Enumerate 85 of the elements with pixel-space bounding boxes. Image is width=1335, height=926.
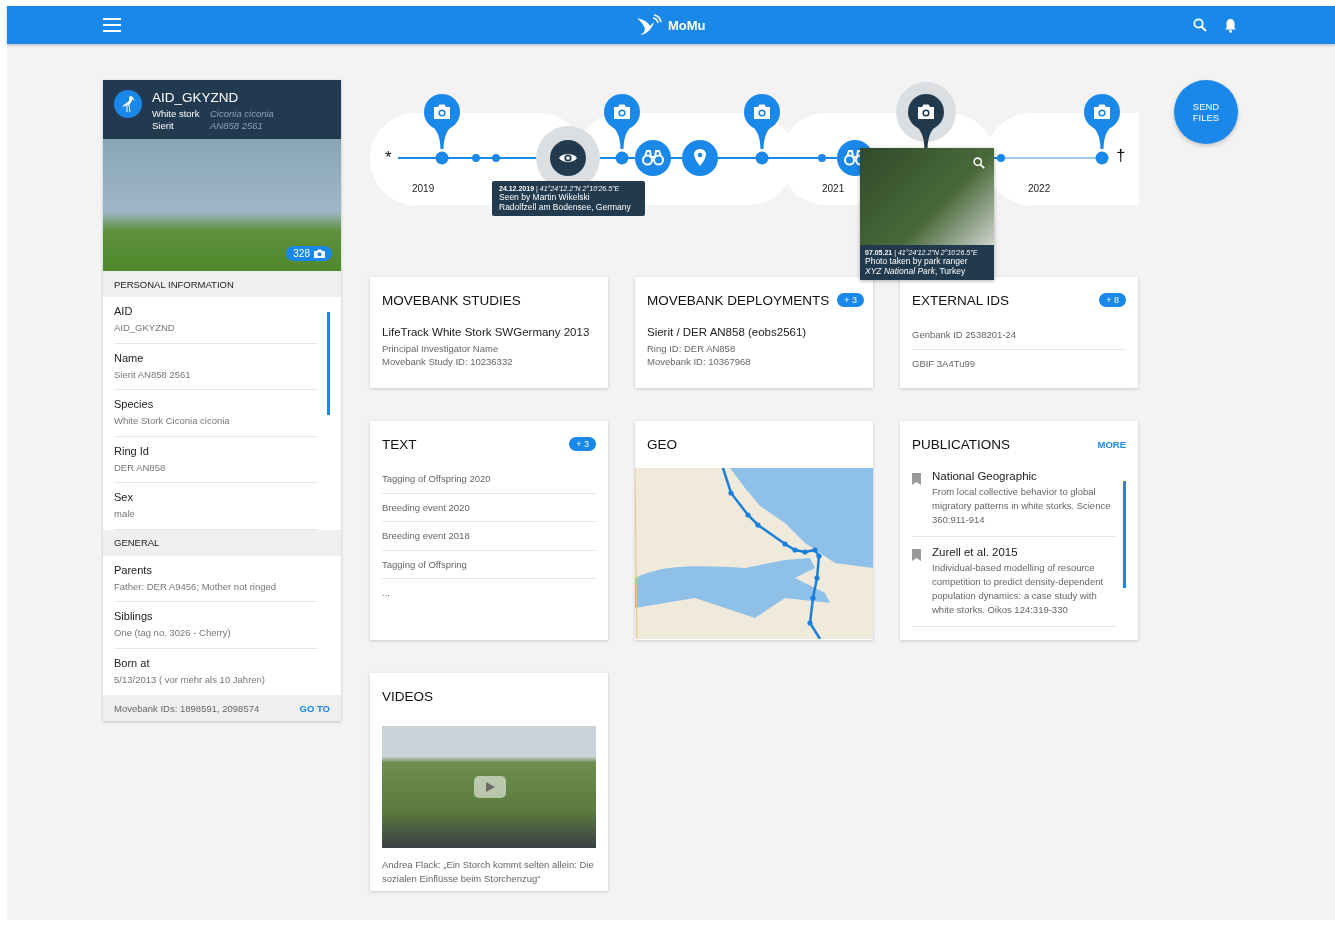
year-label: 2022	[1028, 183, 1051, 194]
timeline-dot[interactable]	[492, 154, 500, 162]
video-placeholder[interactable]	[382, 726, 596, 848]
field-label: Born at	[114, 656, 151, 669]
photo-count-badge[interactable]: 328	[286, 246, 332, 261]
publication-text: From local collective behavior to global migratory patterns in white storks. Science 360:911-914	[932, 485, 1112, 527]
go-to-link[interactable]: GO TO	[299, 702, 330, 714]
card-text: Ring ID: DER AN858	[646, 342, 737, 355]
field-value: Sierit AN858 2561	[114, 368, 192, 380]
count-badge[interactable]: + 8	[1099, 293, 1126, 307]
profile-label: White stork	[152, 108, 201, 120]
bookmark-icon[interactable]	[912, 473, 921, 485]
timeline-dot[interactable]	[997, 154, 1005, 162]
end-mark: †	[1116, 146, 1126, 166]
more-link[interactable]: MORE	[1097, 438, 1126, 450]
menu-icon[interactable]	[103, 18, 121, 32]
section-header: PERSONAL INFORMATION	[103, 271, 341, 297]
field-label: Species	[114, 398, 155, 410]
publication-title[interactable]: Zurell et al. 2015	[932, 546, 1116, 558]
count-badge[interactable]: + 3	[837, 293, 865, 307]
section-header: GENERAL	[103, 529, 341, 556]
card-text: Principal Investigator Name	[381, 342, 500, 355]
list-item[interactable]: Tagging of Offspring	[382, 549, 596, 578]
timeline-dot[interactable]	[818, 154, 826, 162]
bird-icon	[114, 90, 142, 118]
app-title: MoMu	[668, 17, 706, 33]
send-files-button[interactable]: SEND FILES	[1174, 80, 1238, 144]
card-heading: LifeTrack White Stork SWGermany 2013	[381, 325, 591, 340]
field-value: Father: DER A9456; Mother not ringed	[114, 580, 278, 592]
card-title: MOVEBANK STUDIES	[382, 292, 522, 308]
field-label: Parents	[114, 563, 153, 576]
field-label: Ring Id	[114, 444, 150, 457]
card-title: TEXT	[382, 436, 418, 452]
field-label: Sex	[114, 491, 134, 503]
list-item[interactable]: ...	[382, 578, 596, 607]
card-heading: Sierit / DER AN858 (eobs2561)	[646, 325, 808, 340]
publication-text: Individual-based modelling of resource competition to predict density-dependent population dynamics: a case study with white storks. Oikos 124:319-330	[932, 561, 1105, 617]
field-value: 5/13/2013 ( vor mehr als 10 Jahren)	[114, 673, 267, 685]
scrollbar[interactable]	[327, 312, 330, 415]
profile-label: Sierit	[152, 120, 175, 132]
start-mark: *	[385, 148, 392, 168]
list-item[interactable]: Breeding event 2020	[382, 492, 596, 521]
field-label: Name	[114, 351, 145, 364]
field-value: AID_GKYZND	[114, 322, 176, 333]
tooltip-text: Seen by Martin Wikelski	[499, 192, 591, 202]
search-icon[interactable]	[973, 157, 985, 169]
publication-title[interactable]: National Geographic	[932, 470, 1116, 482]
card-text: Movebank ID: 10367968	[646, 355, 752, 368]
field-value: White Stork Ciconia ciconia	[114, 415, 231, 426]
scrollbar[interactable]	[1123, 481, 1126, 588]
list-item[interactable]: Tagging of Offspring 2020	[382, 465, 596, 493]
play-icon[interactable]	[474, 776, 506, 798]
tooltip-text: Radolfzell am Bodensee, Germany	[499, 202, 632, 212]
field-label: AID	[114, 305, 134, 317]
year-label: 2019	[412, 183, 435, 194]
logo-icon	[636, 14, 662, 36]
card-title: GEO	[647, 436, 678, 452]
movebank-ids: Movebank IDs: 1898591, 2098574	[114, 702, 260, 714]
count-badge[interactable]: + 3	[569, 437, 596, 451]
search-icon[interactable]	[1193, 17, 1207, 33]
location-pin-icon[interactable]	[682, 140, 718, 176]
bookmark-icon[interactable]	[912, 549, 921, 561]
tooltip-text: XYZ National Park, Turkey	[865, 266, 967, 276]
list-item[interactable]: Breeding event 2018	[382, 521, 596, 550]
field-value: DER AN858	[114, 461, 167, 473]
profile-value: AN858 2561	[210, 120, 263, 132]
field-label: Siblings	[114, 610, 154, 622]
timeline-dot[interactable]	[472, 154, 480, 162]
card-text: Movebank Study ID: 10236332	[381, 355, 514, 368]
card-title: MOVEBANK DEPLOYMENTS	[647, 292, 830, 308]
list-item[interactable]: GBIF 3A4Tu99	[912, 348, 1126, 377]
list-item[interactable]: Genbank ID 2538201-24	[912, 321, 1126, 349]
bell-icon[interactable]	[1224, 17, 1237, 33]
field-value: male	[114, 508, 136, 519]
animal-id: AID_GKYZND	[152, 90, 240, 105]
camera-icon	[314, 249, 325, 258]
eye-icon[interactable]	[550, 140, 586, 176]
card-title: PUBLICATIONS	[912, 436, 1012, 452]
tooltip-text: Photo taken by park ranger	[865, 256, 969, 266]
card-title: VIDEOS	[382, 688, 434, 704]
card-title: EXTERNAL IDS	[912, 292, 1011, 308]
year-label: 2021	[822, 183, 845, 194]
video-caption: Andrea Flack: „Ein Storch kommt selten allein: Die sozialen Einflüsse beim Storchenzug“	[381, 858, 595, 886]
profile-value: Ciconia ciconia	[210, 108, 274, 120]
field-value: One (tag no. 3026 - Cherry)	[114, 627, 232, 638]
